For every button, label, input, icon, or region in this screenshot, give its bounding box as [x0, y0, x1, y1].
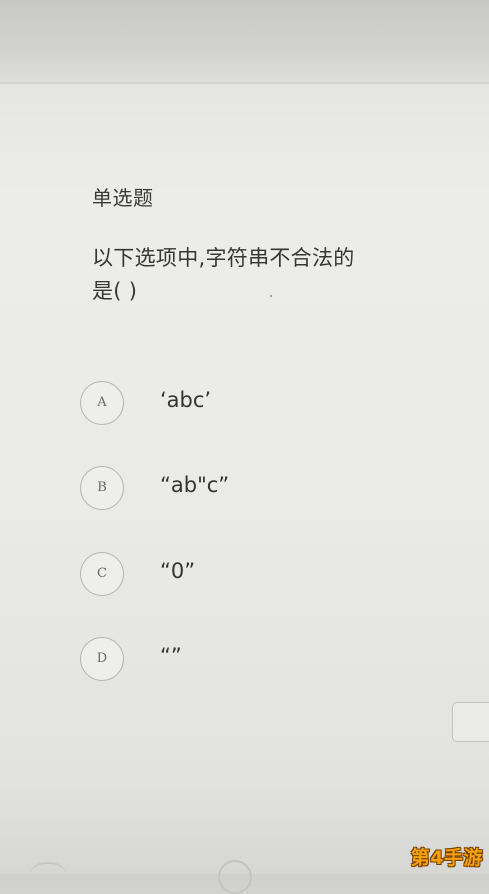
side-next-button[interactable] — [452, 702, 489, 742]
option-d-text[interactable]: “” — [160, 644, 182, 668]
option-a-letter: A — [97, 395, 107, 410]
question-type-label: 单选题 — [92, 186, 154, 210]
option-c-text[interactable]: “0” — [160, 559, 195, 583]
watermark-logo: 第4手游 — [410, 847, 483, 869]
option-a-text[interactable]: ‘abc’ — [160, 388, 211, 412]
question-text-line-2: 是( ) — [92, 279, 138, 303]
option-d[interactable]: D “” — [80, 637, 380, 683]
quiz-screen: 单选题 以下选项中,字符串不合法的 是( ) A ‘abc’ B “ab"c” … — [0, 84, 489, 894]
question-text-line-1: 以下选项中,字符串不合法的 — [92, 246, 355, 270]
option-d-letter: D — [96, 651, 108, 666]
option-a[interactable]: A ‘abc’ — [80, 381, 380, 427]
option-b-letter: B — [97, 480, 107, 495]
option-b[interactable]: B “ab"c” — [80, 466, 380, 512]
top-bar-area — [0, 0, 489, 82]
bottom-center-control[interactable] — [218, 860, 252, 894]
option-c[interactable]: C “0” — [80, 552, 380, 598]
screen-speck — [270, 295, 272, 297]
option-c-letter: C — [97, 566, 107, 581]
option-b-text[interactable]: “ab"c” — [160, 473, 229, 497]
question-text: 以下选项中,字符串不合法的 是( ) — [92, 242, 412, 308]
bottom-left-control[interactable] — [28, 862, 68, 884]
